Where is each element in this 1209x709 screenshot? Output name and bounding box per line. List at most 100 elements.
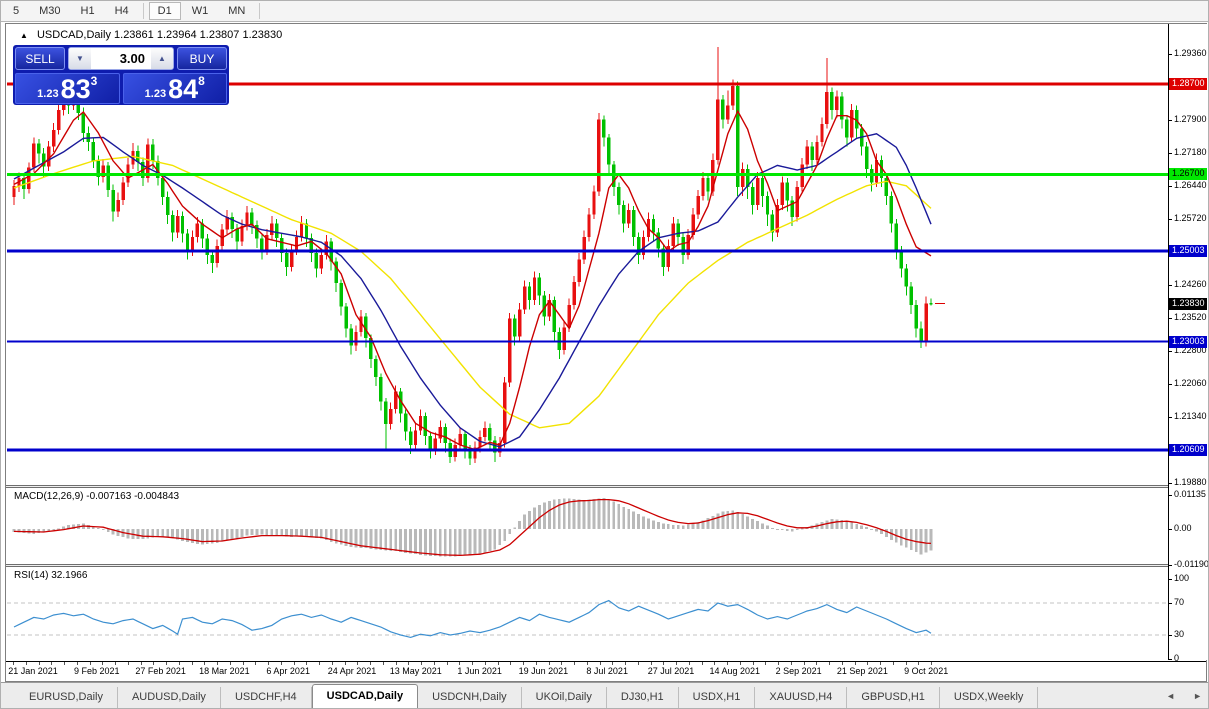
date-tick-mark: [64, 662, 65, 665]
date-label: 9 Feb 2021: [74, 666, 120, 676]
macd-axis-tick: 0.00: [1174, 523, 1192, 533]
date-tick-mark: [612, 662, 613, 665]
chart-tab-usdchf-h4[interactable]: USDCHF,H4: [221, 687, 312, 708]
date-tick-mark: [931, 662, 932, 665]
date-tick-mark: [179, 662, 180, 665]
axis-tick-label: 1.25720: [1174, 213, 1207, 223]
volume-input[interactable]: [91, 48, 151, 69]
date-tick-mark: [51, 662, 52, 665]
one-click-panel-collapse-icon[interactable]: ▲: [20, 31, 28, 40]
axis-tick-mark: [1169, 659, 1172, 660]
timeframe-button-5[interactable]: 5: [4, 2, 28, 20]
chart-tab-usdx-h1[interactable]: USDX,H1: [679, 687, 756, 708]
chart-window: 1.293601.279001.271801.264401.257201.242…: [5, 23, 1207, 682]
date-tick-mark: [485, 662, 486, 665]
chart-tab-audusd-daily[interactable]: AUDUSD,Daily: [118, 687, 221, 708]
date-tick-mark: [625, 662, 626, 665]
sell-button[interactable]: SELL: [15, 47, 65, 70]
axis-tick-mark: [1169, 495, 1172, 496]
date-tick-mark: [434, 662, 435, 665]
date-label: 6 Apr 2021: [266, 666, 310, 676]
date-tick-mark: [689, 662, 690, 665]
date-tick-mark: [128, 662, 129, 665]
date-tick-mark: [702, 662, 703, 665]
chart-tab-usdx-weekly[interactable]: USDX,Weekly: [940, 687, 1038, 708]
rsi-axis-tick: 70: [1174, 597, 1184, 607]
date-tick-mark: [574, 662, 575, 665]
chart-symbol-title: USDCAD,Daily: [37, 29, 111, 41]
price-axis[interactable]: 1.293601.279001.271801.264401.257201.242…: [1169, 24, 1207, 660]
buy-button[interactable]: BUY: [177, 47, 227, 70]
date-tick-mark: [383, 662, 384, 665]
tabs-scroll-left-icon[interactable]: ◄: [1166, 691, 1175, 701]
date-tick-mark: [714, 662, 715, 665]
date-tick-mark: [791, 662, 792, 665]
toolbar-separator: [143, 3, 144, 19]
buy-price-display[interactable]: 1.23 84 8: [123, 73, 228, 104]
date-tick-mark: [855, 662, 856, 665]
axis-tick-mark: [1169, 579, 1172, 580]
macd-axis-tick: 0.01135: [1174, 489, 1206, 499]
chart-tab-usdcnh-daily[interactable]: USDCNH,Daily: [418, 687, 522, 708]
date-tick-mark: [141, 662, 142, 665]
sell-price-pips: 83: [61, 76, 91, 102]
sell-price-whole: 1.23: [37, 86, 58, 102]
date-tick-mark: [345, 662, 346, 665]
axis-tick-label: 1.23520: [1174, 312, 1207, 322]
axis-tick-label: 1.21340: [1174, 411, 1207, 421]
tabs-scroll-right-icon[interactable]: ►: [1193, 691, 1202, 701]
volume-decrease-icon[interactable]: ▼: [69, 48, 91, 69]
date-tick-mark: [13, 662, 14, 665]
date-tick-mark: [880, 662, 881, 665]
chart-tab-usdcad-daily[interactable]: USDCAD,Daily: [312, 684, 418, 708]
volume-increase-icon[interactable]: ▲: [151, 48, 173, 69]
date-tick-mark: [332, 662, 333, 665]
sell-price-point: 3: [91, 74, 98, 88]
date-tick-mark: [804, 662, 805, 665]
date-tick-mark: [727, 662, 728, 665]
axis-tick-mark: [1169, 153, 1172, 154]
one-click-trading-panel: SELL ▼ ▲ BUY 1.23 83 3 1.23 84 8: [13, 45, 229, 105]
chart-tab-xauusd-h4[interactable]: XAUUSD,H4: [755, 687, 847, 708]
date-tick-mark: [115, 662, 116, 665]
chart-tab-ukoil-daily[interactable]: UKOil,Daily: [522, 687, 607, 708]
axis-tick-mark: [1169, 635, 1172, 636]
chart-tab-dj30-h1[interactable]: DJ30,H1: [607, 687, 679, 708]
rsi-label: RSI(14) 32.1966: [14, 570, 87, 581]
date-label: 21 Jan 2021: [8, 666, 58, 676]
date-tick-mark: [510, 662, 511, 665]
date-tick-mark: [255, 662, 256, 665]
date-label: 1 Jun 2021: [457, 666, 502, 676]
rsi-axis-tick: 100: [1174, 573, 1189, 583]
date-tick-mark: [523, 662, 524, 665]
date-tick-mark: [676, 662, 677, 665]
axis-tick-mark: [1169, 603, 1172, 604]
level-price-tag-1.28700: 1.28700: [1169, 78, 1207, 90]
sell-price-display[interactable]: 1.23 83 3: [15, 73, 120, 104]
date-tick-mark: [26, 662, 27, 665]
axis-tick-mark: [1169, 318, 1172, 319]
date-tick-mark: [319, 662, 320, 665]
date-tick-mark: [281, 662, 282, 665]
chart-tab-gbpusd-h1[interactable]: GBPUSD,H1: [847, 687, 940, 708]
volume-stepper: ▼ ▲: [68, 47, 174, 70]
level-price-tag-1.20609: 1.20609: [1169, 444, 1207, 456]
timeframe-button-w1[interactable]: W1: [183, 2, 218, 20]
date-tick-mark: [778, 662, 779, 665]
date-axis[interactable]: 21 Jan 20219 Feb 202127 Feb 202118 Mar 2…: [6, 661, 1206, 681]
level-price-tag-1.23003: 1.23003: [1169, 336, 1207, 348]
axis-tick-mark: [1169, 351, 1172, 352]
timeframe-button-m30[interactable]: M30: [30, 2, 69, 20]
date-tick-mark: [357, 662, 358, 665]
date-label: 21 Sep 2021: [837, 666, 888, 676]
date-tick-mark: [498, 662, 499, 665]
date-tick-mark: [587, 662, 588, 665]
current-bid-price-tag: 1.23830: [1169, 298, 1207, 310]
date-tick-mark: [600, 662, 601, 665]
chart-tab-eurusd-daily[interactable]: EURUSD,Daily: [15, 687, 118, 708]
timeframe-button-h1[interactable]: H1: [72, 2, 104, 20]
timeframe-button-d1[interactable]: D1: [149, 2, 181, 20]
timeframe-button-h4[interactable]: H4: [106, 2, 138, 20]
timeframe-button-mn[interactable]: MN: [219, 2, 254, 20]
axis-tick-label: 1.19880: [1174, 477, 1207, 487]
